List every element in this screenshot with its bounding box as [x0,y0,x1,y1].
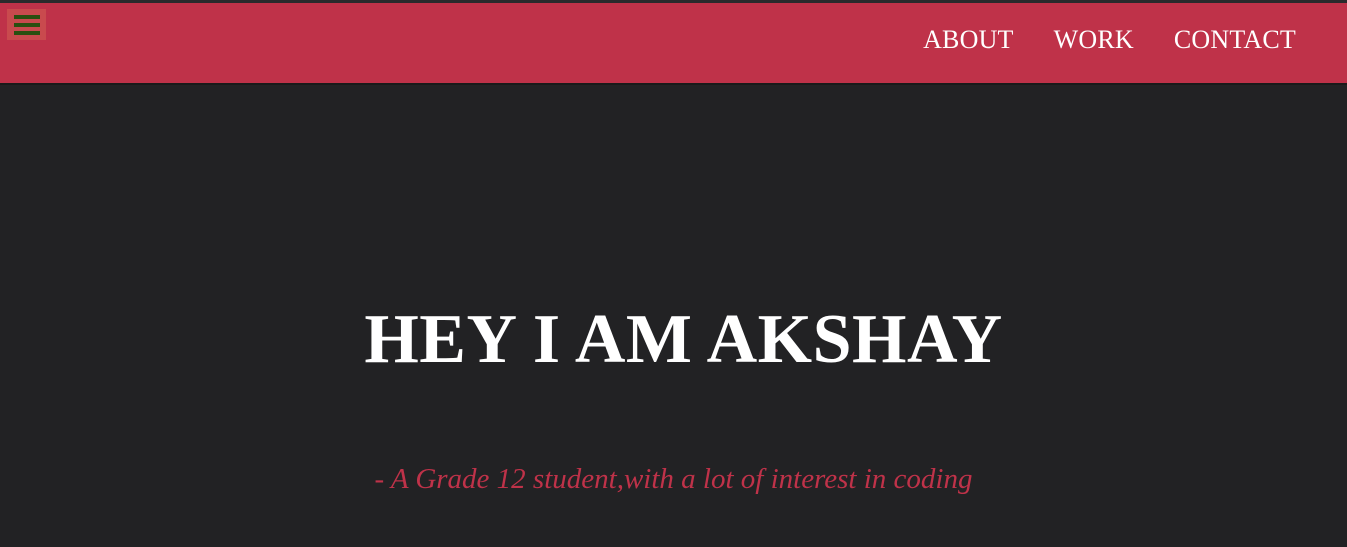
menu-bar-line [13,22,40,27]
nav-links: ABOUT WORK CONTACT [923,25,1296,55]
nav-link-contact[interactable]: CONTACT [1174,25,1296,55]
hamburger-menu-icon[interactable] [7,9,46,40]
hero-subtitle: - A Grade 12 student,with a lot of inter… [374,463,973,495]
nav-link-work[interactable]: WORK [1054,25,1134,55]
menu-bar-line [13,14,40,19]
nav-link-about[interactable]: ABOUT [923,25,1014,55]
menu-bar-line [13,30,40,35]
navbar: ABOUT WORK CONTACT [0,0,1347,85]
hero-title: HEY I AM AKSHAY [364,301,1003,378]
